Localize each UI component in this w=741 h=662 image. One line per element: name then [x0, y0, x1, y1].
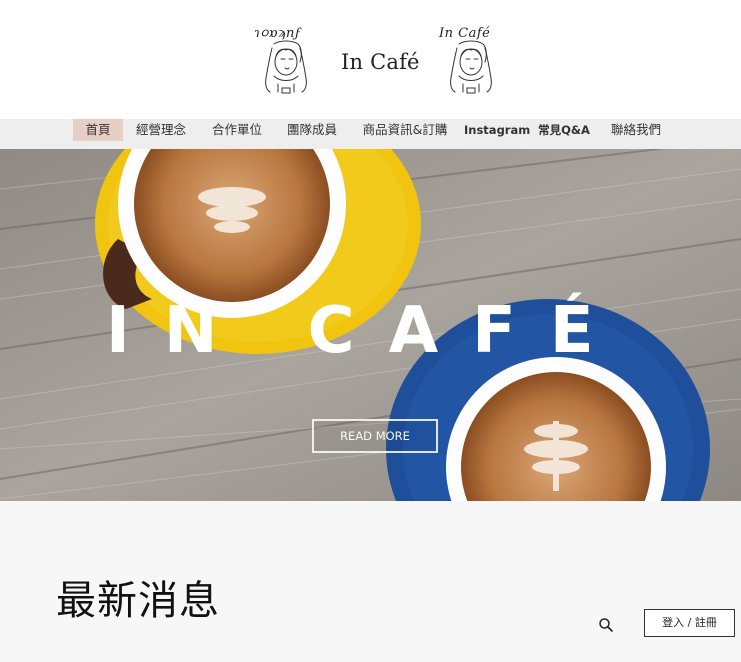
site-header: ɿ૦ɒϡnϝ In Café In Café: [0, 0, 741, 119]
login-register-button[interactable]: 登入 / 註冊: [644, 609, 735, 637]
main-navigation: 首頁 經營理念 合作單位 團隊成員 商品資訊&訂購 Instagram 常見Q&…: [0, 119, 741, 149]
nav-item-team[interactable]: 團隊成員: [282, 119, 342, 141]
woman-sketch-logo-icon: [450, 40, 492, 94]
woman-sketch-logo-icon: [265, 40, 307, 94]
nav-item-products-order[interactable]: 商品資訊&訂購: [359, 119, 451, 141]
hero-banner: IN CAFÉ READ MORE: [0, 149, 741, 501]
nav-item-partners[interactable]: 合作單位: [207, 119, 267, 141]
nav-item-philosophy[interactable]: 經營理念: [131, 119, 191, 141]
logo-left[interactable]: ɿ૦ɒϡnϝ: [252, 26, 318, 94]
read-more-button[interactable]: READ MORE: [312, 419, 438, 453]
section-title: 最新消息: [56, 578, 220, 624]
search-icon[interactable]: [598, 617, 614, 633]
brand-title[interactable]: In Café: [341, 50, 420, 74]
nav-item-home[interactable]: 首頁: [73, 119, 123, 141]
nav-item-contact[interactable]: 聯絡我們: [604, 119, 668, 141]
hero-title: IN CAFÉ: [106, 294, 628, 368]
nav-item-faq[interactable]: 常見Q&A: [535, 119, 593, 141]
logo-right[interactable]: In Café: [437, 26, 503, 94]
nav-item-instagram[interactable]: Instagram: [464, 119, 530, 141]
latest-news-section: 最新消息 登入 / 註冊: [0, 501, 741, 662]
